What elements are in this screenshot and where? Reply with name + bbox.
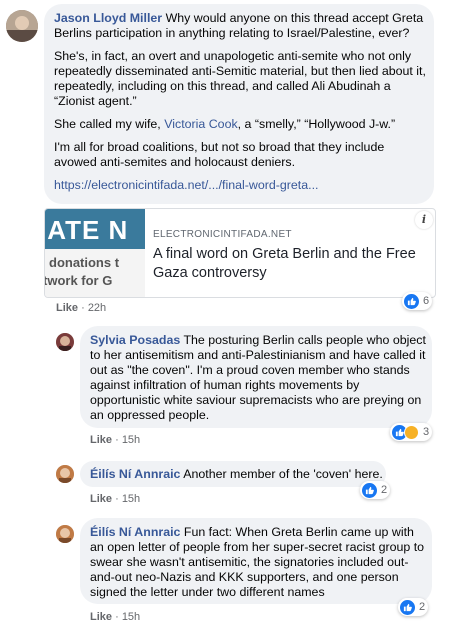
avatar[interactable] [56, 333, 74, 351]
link-preview[interactable]: IATE N donations t twork for G ELECTRONI… [44, 208, 436, 298]
thumbnail-text: twork for G [44, 273, 113, 288]
comment-text: I'm all for broad coalitions, but not so… [54, 140, 385, 169]
reply-author[interactable]: Éilís Ní Annraic [90, 467, 180, 481]
reaction-count[interactable]: 6 [402, 292, 433, 310]
avatar[interactable] [56, 465, 74, 483]
timestamp[interactable]: 22h [88, 302, 106, 314]
preview-thumbnail: IATE N donations t twork for G [45, 209, 145, 297]
preview-title[interactable]: A final word on Greta Berlin and the Fre… [153, 245, 425, 283]
reaction-count[interactable]: 2 [360, 481, 391, 499]
comment-author[interactable]: Jason Lloyd Miller [54, 11, 162, 25]
avatar-image [6, 10, 38, 42]
comment-bubble: Jason Lloyd Miller Why would anyone on t… [44, 4, 434, 204]
reply-bubble: Éilís Ní Annraic Another member of the '… [80, 461, 386, 487]
avatar[interactable] [6, 10, 38, 42]
reply-meta: Like · 15h [90, 611, 141, 623]
haha-icon [404, 424, 419, 440]
avatar-image [56, 525, 74, 543]
timestamp[interactable]: 15h [122, 434, 140, 446]
reply-bubble: Sylvia Posadas The posturing Berlin call… [80, 326, 432, 428]
reaction-count[interactable]: 3 [390, 423, 433, 441]
reaction-number: 3 [423, 426, 430, 438]
like-button[interactable]: Like [90, 493, 112, 505]
timestamp[interactable]: 15h [122, 493, 140, 505]
comment-text: She's, in fact, an overt and unapologeti… [54, 49, 426, 108]
reply-author[interactable]: Sylvia Posadas [90, 333, 180, 347]
reply-bubble: Éilís Ní Annraic Fun fact: When Greta Be… [80, 518, 432, 604]
reply-meta: Like · 15h [90, 434, 141, 446]
preview-domain: ELECTRONICINTIFADA.NET [153, 229, 292, 240]
mention-link[interactable]: Victoria Cook [164, 117, 237, 131]
thumbs-up-icon [400, 599, 415, 615]
reply-meta: Like · 15h [90, 493, 141, 505]
url-link[interactable]: https://electronicintifada.net/.../final… [54, 178, 318, 192]
comment-text: , a “smelly,” “Hollywood J-w.” [237, 117, 396, 131]
avatar[interactable] [56, 525, 74, 543]
timestamp[interactable]: 15h [122, 611, 140, 623]
like-button[interactable]: Like [56, 302, 78, 314]
reaction-number: 6 [423, 295, 430, 307]
reaction-number: 2 [381, 484, 388, 496]
avatar-image [56, 465, 74, 483]
thumbs-up-icon [404, 293, 419, 309]
avatar-image [56, 333, 74, 351]
thumbnail-text: IATE N [44, 215, 129, 245]
like-button[interactable]: Like [90, 611, 112, 623]
comment-meta: Like · 22h [56, 302, 107, 314]
reaction-count[interactable]: 2 [398, 598, 429, 616]
thumbs-up-icon [362, 482, 377, 498]
thumbnail-text: donations t [49, 255, 120, 270]
like-button[interactable]: Like [90, 434, 112, 446]
reply-text: Another member of the 'coven' here. [183, 467, 383, 481]
reaction-number: 2 [419, 601, 426, 613]
comment-text: She called my wife, [54, 117, 161, 131]
info-icon[interactable]: i [415, 211, 433, 229]
reply-author[interactable]: Éilís Ní Annraic [90, 525, 180, 539]
info-icon-glyph: i [421, 213, 427, 226]
